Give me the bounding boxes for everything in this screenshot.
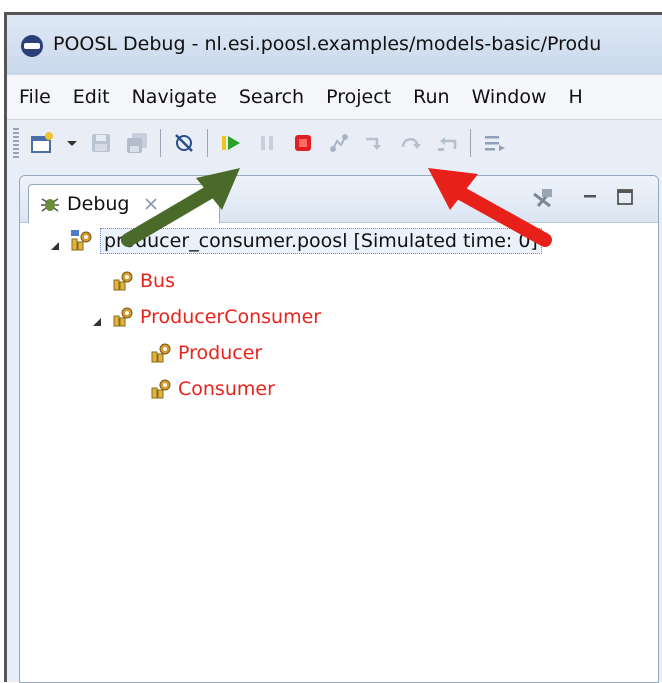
tree-node-label: ProducerConsumer [140,306,322,328]
menu-bar: File Edit Navigate Search Project Run Wi… [7,75,662,120]
application-window: POOSL Debug - nl.esi.poosl.examples/mode… [4,12,662,683]
menu-run[interactable]: Run [402,86,460,108]
main-toolbar [7,121,662,165]
maximize-icon[interactable] [614,186,636,208]
menu-edit[interactable]: Edit [62,86,121,108]
menu-help[interactable]: H [557,86,593,108]
step-into-icon[interactable] [362,130,388,156]
tree-root-label: producer_consumer.poosl [Simulated time:… [100,228,542,254]
toolbar-separator [160,129,161,157]
toolbar-separator [207,129,208,157]
skip-breakpoints-icon[interactable] [171,130,197,156]
app-icon [21,35,43,57]
collapse-icon[interactable] [92,312,102,326]
tab-debug-label: Debug [67,193,130,215]
dropdown-arrow-icon[interactable] [66,130,78,156]
toolbar-grip[interactable] [13,128,19,158]
tree-node-producerconsumer[interactable]: ProducerConsumer [92,306,321,328]
terminate-icon[interactable] [290,130,316,156]
disconnect-icon[interactable] [326,130,352,156]
tree-node-producer[interactable]: Producer [150,342,262,364]
launch-process-icon [70,229,94,253]
drop-to-frame-icon[interactable] [481,130,507,156]
tree-node-bus[interactable]: Bus [112,270,175,292]
process-icon [112,270,134,292]
step-return-icon[interactable] [434,130,460,156]
tree-node-consumer[interactable]: Consumer [150,378,275,400]
debug-view-header: Debug [20,176,658,223]
menu-file[interactable]: File [7,86,62,108]
remove-terminated-icon[interactable] [530,186,556,212]
tree-node-label: Consumer [178,378,275,400]
title-bar: POOSL Debug - nl.esi.poosl.examples/mode… [7,15,662,76]
collapse-icon[interactable] [50,236,60,250]
menu-navigate[interactable]: Navigate [121,86,228,108]
process-icon [150,342,172,364]
save-all-icon[interactable] [124,130,150,156]
tree-node-label: Bus [140,270,175,292]
menu-project[interactable]: Project [315,86,402,108]
minimize-icon[interactable] [580,186,600,206]
save-icon[interactable] [88,130,114,156]
menu-search[interactable]: Search [228,86,315,108]
process-icon [150,378,172,400]
menu-window[interactable]: Window [461,86,558,108]
process-icon [112,306,134,328]
new-wizard-icon[interactable] [30,130,56,156]
close-icon[interactable] [143,196,159,212]
debug-bug-icon [39,193,61,215]
window-title: POOSL Debug - nl.esi.poosl.examples/mode… [53,33,602,55]
suspend-icon[interactable] [254,130,280,156]
step-over-icon[interactable] [398,130,424,156]
resume-icon[interactable] [218,130,244,156]
debug-view-panel: Debug producer_consumer.poosl [Simulated… [19,175,659,683]
tree-root-node[interactable]: producer_consumer.poosl [Simulated time:… [50,228,542,254]
toolbar-separator [470,129,471,157]
tab-debug[interactable]: Debug [28,184,220,223]
tree-node-label: Producer [178,342,263,364]
